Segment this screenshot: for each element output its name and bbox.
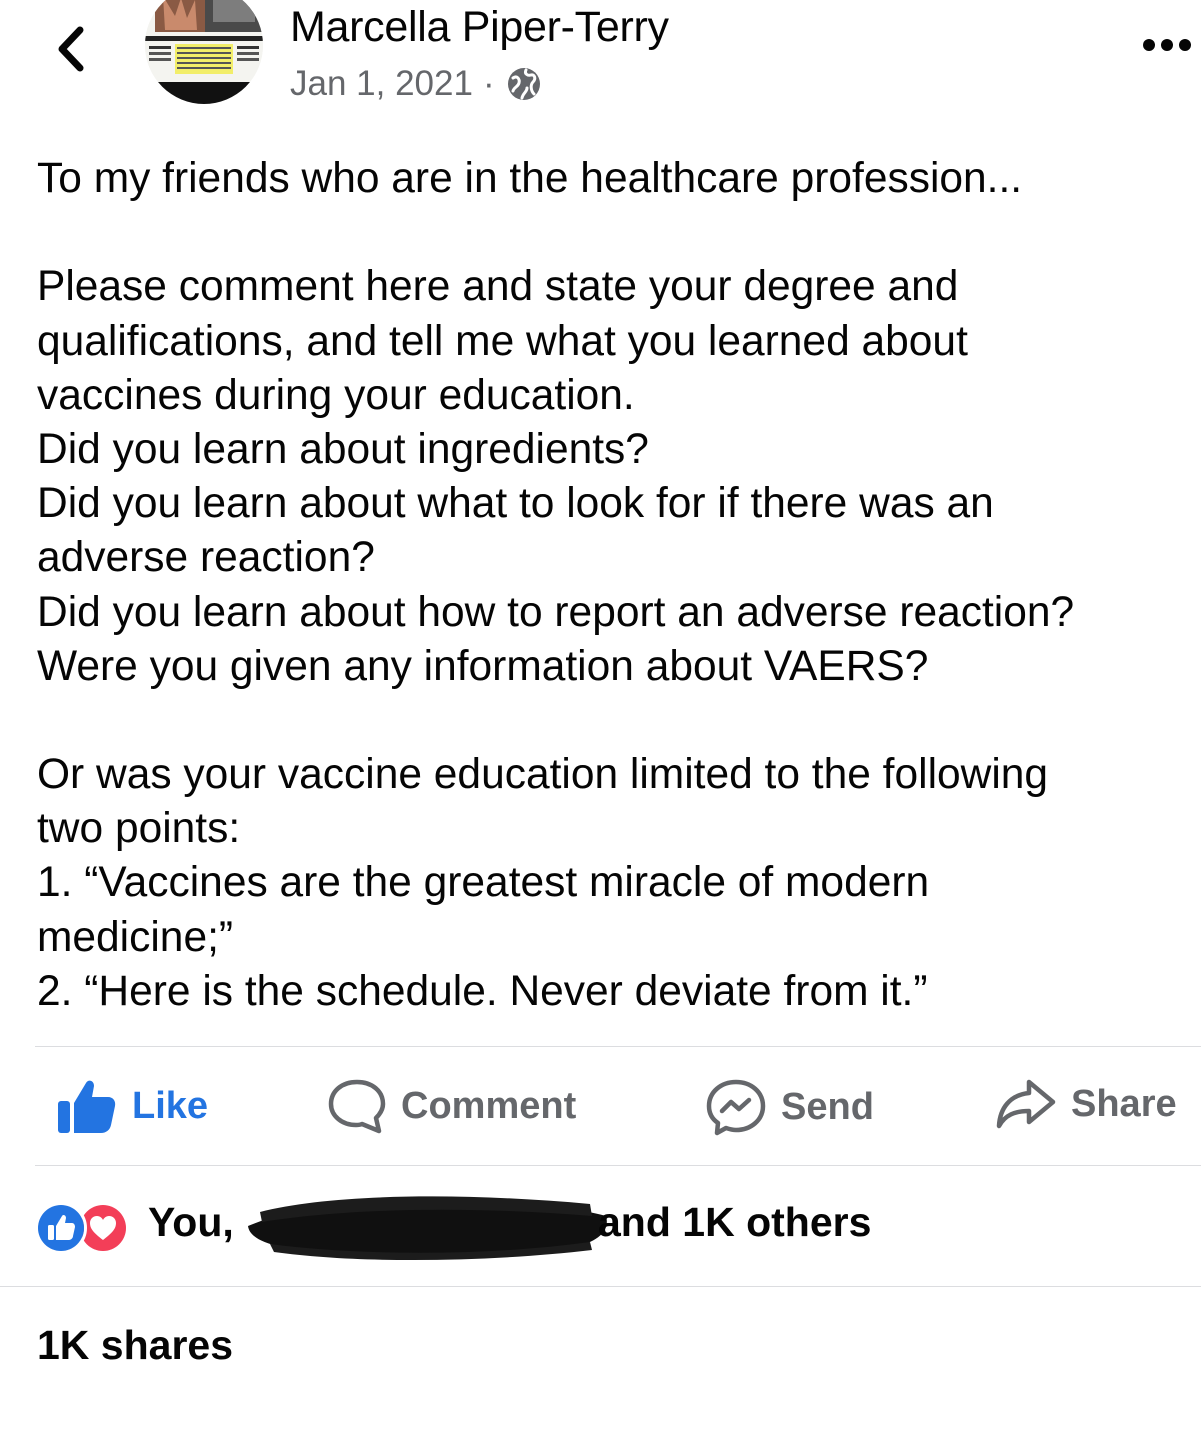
reactions-prefix[interactable]: You, [148, 1199, 234, 1246]
thumbs-up-icon [58, 1080, 116, 1133]
like-label: Like [132, 1084, 209, 1127]
send-label: Send [781, 1085, 874, 1128]
avatar[interactable] [145, 0, 263, 104]
post-text-line: two points: [37, 805, 241, 853]
post-text-line: 1. “Vaccines are the greatest miracle of… [37, 859, 930, 907]
post-date[interactable]: Jan 1, 2021 [290, 64, 473, 104]
post-text-line: Did you learn about how to report an adv… [37, 588, 1075, 636]
post-text-line: vaccines during your education. [37, 371, 635, 419]
reactions-summary[interactable] [35, 1200, 129, 1256]
back-button[interactable] [44, 14, 104, 84]
post-text-line: Or was your vaccine education limited to… [37, 751, 1049, 799]
like-reaction-icon [35, 1202, 87, 1254]
divider [35, 1165, 1201, 1166]
post-text-line: 2. “Here is the schedule. Never deviate … [37, 967, 928, 1015]
share-arrow-icon [996, 1079, 1056, 1129]
post-text-line: Did you learn about ingredients? [37, 425, 649, 473]
meta-separator: · [482, 64, 495, 103]
post-text: To my friends who are in the healthcare … [37, 152, 1197, 1019]
like-button[interactable]: Like [56, 1075, 208, 1137]
share-label: Share [1071, 1082, 1177, 1125]
messenger-icon [706, 1079, 766, 1136]
divider [35, 1046, 1201, 1047]
send-button[interactable]: Send [705, 1078, 874, 1136]
share-button[interactable]: Share [995, 1078, 1177, 1130]
author-name[interactable]: Marcella Piper-Terry [290, 3, 669, 52]
post-text-line: Were you given any information about VAE… [37, 642, 929, 690]
globe-icon [505, 65, 543, 103]
comment-button[interactable]: Comment [327, 1078, 576, 1134]
reactions-suffix[interactable]: and 1K others [598, 1199, 871, 1246]
post-text-line [37, 694, 1197, 748]
chevron-left-icon [58, 26, 84, 72]
shares-count[interactable]: 1K shares [37, 1322, 233, 1369]
more-options-button[interactable] [1138, 30, 1198, 60]
post-meta: Jan 1, 2021 · [290, 62, 543, 106]
comment-bubble-icon [328, 1079, 386, 1134]
post-text-line: To my friends who are in the healthcare … [37, 155, 1023, 202]
post-text-line: adverse reaction? [37, 534, 375, 582]
redaction-scribble [248, 1196, 607, 1261]
post-text-line: Please comment here and state your degre… [37, 263, 959, 311]
divider [0, 1286, 1201, 1287]
post-screen: Marcella Piper-Terry Jan 1, 2021 · To my… [0, 0, 1201, 1433]
comment-label: Comment [401, 1084, 577, 1127]
post-text-line: qualifications, and tell me what you lea… [37, 317, 968, 365]
post-text-line: Did you learn about what to look for if … [37, 480, 994, 528]
more-dots-icon [1143, 39, 1191, 51]
post-text-line [37, 206, 1197, 260]
post-text-line: medicine;” [37, 913, 234, 961]
avatar-image [145, 0, 263, 104]
